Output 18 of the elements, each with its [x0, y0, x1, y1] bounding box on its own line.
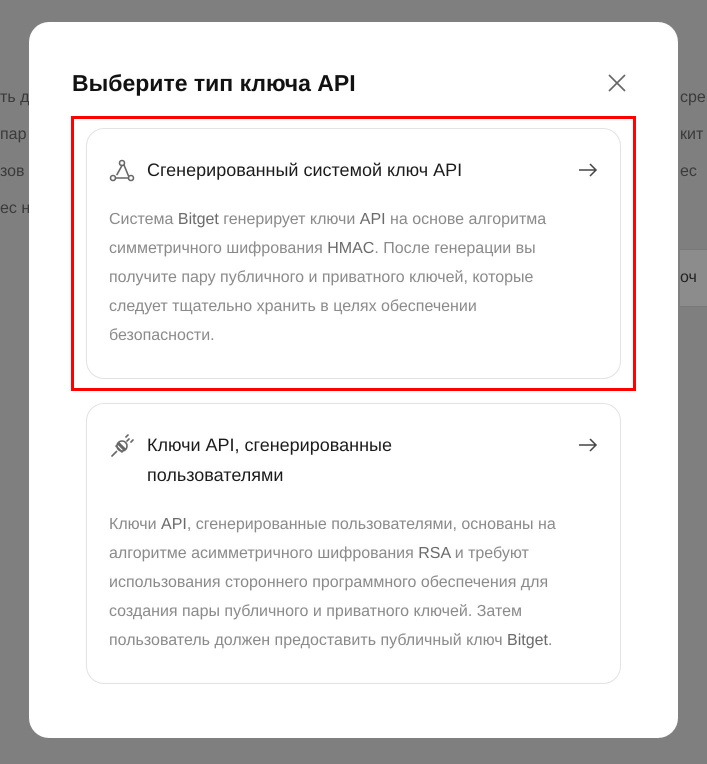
arrow-icon [578, 438, 598, 452]
background-text: ть д [0, 88, 29, 108]
background-text: кит [680, 125, 704, 145]
background-text: ес [680, 162, 698, 182]
option-description: Ключи API, сгенерированные пользователями, основаны на алгоритме асимметричного шифрования RSA и требуют использования стороннего программного обеспечения для создания пары публичного и приватного ключей. Затем пользователь должен предоставить публичный ключ Bitget. [109, 515, 557, 651]
webhook-icon [109, 158, 135, 184]
plug-icon [109, 433, 135, 459]
option-title: Сгенерированный системой ключ API [147, 159, 464, 182]
option-description: Система Bitget генерирует ключи API на основе алгоритма симметричного шифрования HMAC. После генерации вы получите пару публичного и приватного ключей, которые следует тщательно хранить в целях обеспечении безопасности. [109, 210, 548, 346]
background-text: сре [680, 88, 707, 108]
arrow-icon [578, 163, 598, 177]
option-title: Ключи API, сгенерированные пользователями [147, 434, 393, 487]
background-text: зов [0, 162, 26, 182]
close-icon[interactable] [607, 73, 627, 93]
background-text: пар [0, 125, 28, 145]
background-text: ес н [0, 199, 29, 219]
dialog-title: Выберите тип ключа API [72, 70, 356, 96]
option-card[interactable] [86, 403, 621, 684]
